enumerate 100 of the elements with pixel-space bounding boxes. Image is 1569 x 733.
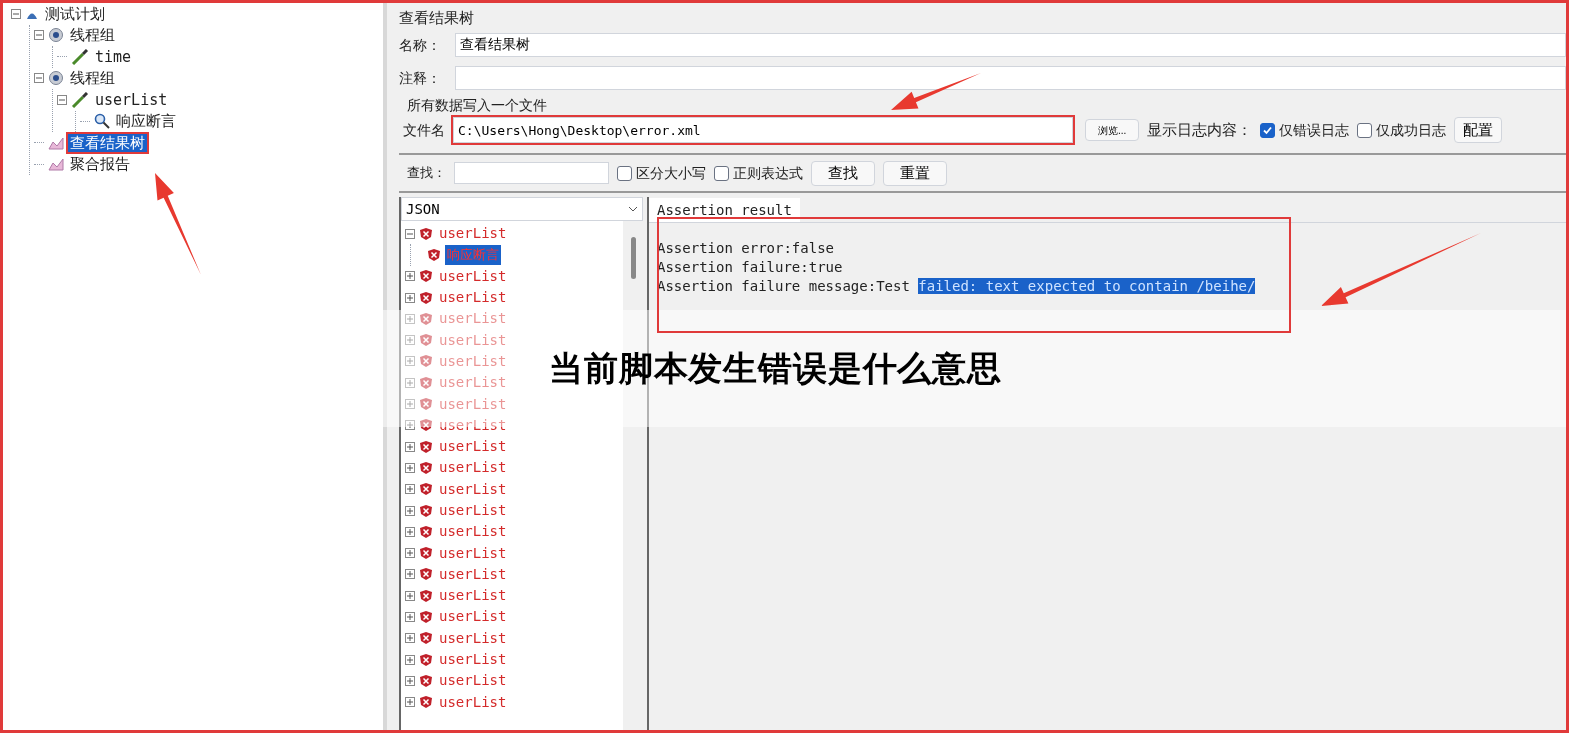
expand-icon[interactable]	[405, 654, 415, 665]
expand-icon[interactable]	[405, 526, 415, 537]
error-shield-icon	[419, 226, 433, 241]
error-shield-icon	[419, 397, 433, 411]
name-field[interactable]: 查看结果树	[455, 33, 1566, 57]
search-button[interactable]: 查找	[811, 160, 875, 186]
collapse-icon[interactable]	[405, 228, 415, 239]
file-field[interactable]: C:\Users\Hong\Desktop\error.xml	[453, 117, 1073, 143]
tree-item[interactable]: 测试计划	[43, 4, 107, 23]
collapse-icon[interactable]	[11, 8, 21, 19]
result-item[interactable]: userList	[437, 223, 509, 245]
pipette-icon	[71, 48, 89, 65]
error-shield-icon	[419, 631, 433, 646]
error-shield-icon	[419, 269, 433, 284]
error-shield-icon	[419, 311, 433, 326]
chart-icon	[48, 157, 64, 172]
panel-title: 查看结果树	[399, 7, 475, 28]
result-item[interactable]: userList	[437, 500, 509, 521]
result-item[interactable]: userList	[437, 649, 509, 671]
result-item[interactable]: userList	[437, 287, 509, 309]
error-shield-icon	[419, 652, 433, 667]
config-button[interactable]: 配置	[1454, 117, 1503, 143]
expand-icon[interactable]	[405, 462, 415, 473]
gear-icon	[48, 70, 64, 87]
expand-icon[interactable]	[405, 548, 415, 559]
error-shield-icon	[419, 333, 433, 348]
error-shield-icon	[419, 482, 433, 497]
collapse-icon[interactable]	[34, 73, 44, 84]
result-item[interactable]: userList	[437, 670, 509, 692]
collapse-icon[interactable]	[57, 94, 67, 105]
gear-icon	[48, 27, 64, 44]
expand-icon[interactable]	[405, 420, 415, 431]
tree-item[interactable]: time	[93, 47, 134, 66]
pipette-icon	[71, 91, 89, 108]
magnifier-icon	[94, 113, 110, 130]
expand-icon[interactable]	[405, 505, 415, 516]
tree-item[interactable]: 聚合报告	[68, 155, 132, 174]
checkbox[interactable]: 区分大小写	[617, 162, 706, 184]
result-item[interactable]: userList	[437, 627, 509, 649]
result-item[interactable]: userList	[437, 521, 509, 543]
chevron-down-icon	[628, 206, 638, 212]
result-item[interactable]: userList	[437, 563, 509, 585]
tree-item[interactable]: userList	[93, 90, 170, 109]
search-field[interactable]	[454, 162, 609, 184]
search-button[interactable]: 重置	[883, 160, 947, 186]
expand-icon[interactable]	[405, 484, 415, 495]
result-item[interactable]: userList	[437, 606, 509, 628]
result-item[interactable]: userList	[437, 691, 509, 713]
result-item[interactable]: userList	[437, 478, 509, 500]
tree-item[interactable]: 线程组	[68, 26, 117, 45]
error-shield-icon	[427, 247, 441, 262]
error-shield-icon	[419, 290, 433, 305]
result-item[interactable]: userList	[437, 457, 509, 479]
expand-icon[interactable]	[405, 675, 415, 686]
checkbox[interactable]: 仅成功日志	[1357, 119, 1447, 141]
assertion-result-text: Assertion error:false Assertion failure:true Assertion failure message:Test failed: text expected to contain /beihe/	[656, 239, 1257, 296]
expand-icon[interactable]	[405, 612, 415, 622]
renderer-dropdown[interactable]: JSON	[401, 197, 643, 221]
tree-item[interactable]: 响应断言	[114, 112, 178, 131]
error-shield-icon	[419, 418, 433, 433]
error-shield-icon	[419, 354, 433, 369]
expand-icon[interactable]	[405, 697, 415, 708]
tree-item[interactable]: 查看结果树	[68, 133, 147, 152]
caption: 当前脚本发生错误是什么意思	[549, 348, 1003, 389]
expand-icon[interactable]	[405, 441, 415, 452]
chart-icon	[48, 135, 64, 150]
section-title: 所有数据写入一个文件	[406, 96, 548, 115]
expand-icon[interactable]	[405, 569, 415, 580]
name-label: 名称：	[399, 35, 442, 55]
expand-icon[interactable]	[405, 292, 415, 303]
collapse-icon[interactable]	[34, 30, 44, 41]
error-shield-icon	[419, 524, 433, 539]
error-shield-icon	[419, 695, 433, 710]
comment-field[interactable]	[455, 66, 1566, 90]
expand-icon[interactable]	[405, 271, 415, 282]
error-shield-icon	[419, 460, 433, 475]
error-shield-icon	[419, 439, 433, 454]
error-shield-icon	[419, 546, 433, 561]
checkbox[interactable]: 正则表达式	[714, 162, 803, 184]
expand-icon[interactable]	[405, 590, 415, 601]
error-shield-icon	[419, 567, 433, 582]
error-shield-icon	[419, 673, 433, 688]
browse-button[interactable]: 浏览...	[1085, 119, 1140, 141]
error-shield-icon	[419, 610, 433, 624]
result-tab[interactable]: Assertion result	[649, 198, 800, 222]
checkmark-icon	[1262, 124, 1274, 136]
error-shield-icon	[419, 588, 433, 603]
result-item[interactable]: userList	[437, 542, 509, 564]
result-item[interactable]: userList	[437, 436, 509, 458]
file-label: 文件名	[403, 120, 445, 140]
log-label: 显示日志内容：	[1147, 119, 1253, 140]
search-label: 查找：	[407, 164, 446, 183]
result-item[interactable]: userList	[437, 585, 509, 607]
error-shield-icon	[419, 375, 433, 390]
error-shield-icon	[419, 503, 433, 518]
checkbox[interactable]: 仅错误日志	[1260, 119, 1350, 141]
tree-item[interactable]: 线程组	[68, 69, 117, 88]
expand-icon[interactable]	[405, 633, 415, 644]
comment-label: 注释：	[399, 68, 442, 88]
result-item[interactable]: userList	[437, 265, 509, 287]
